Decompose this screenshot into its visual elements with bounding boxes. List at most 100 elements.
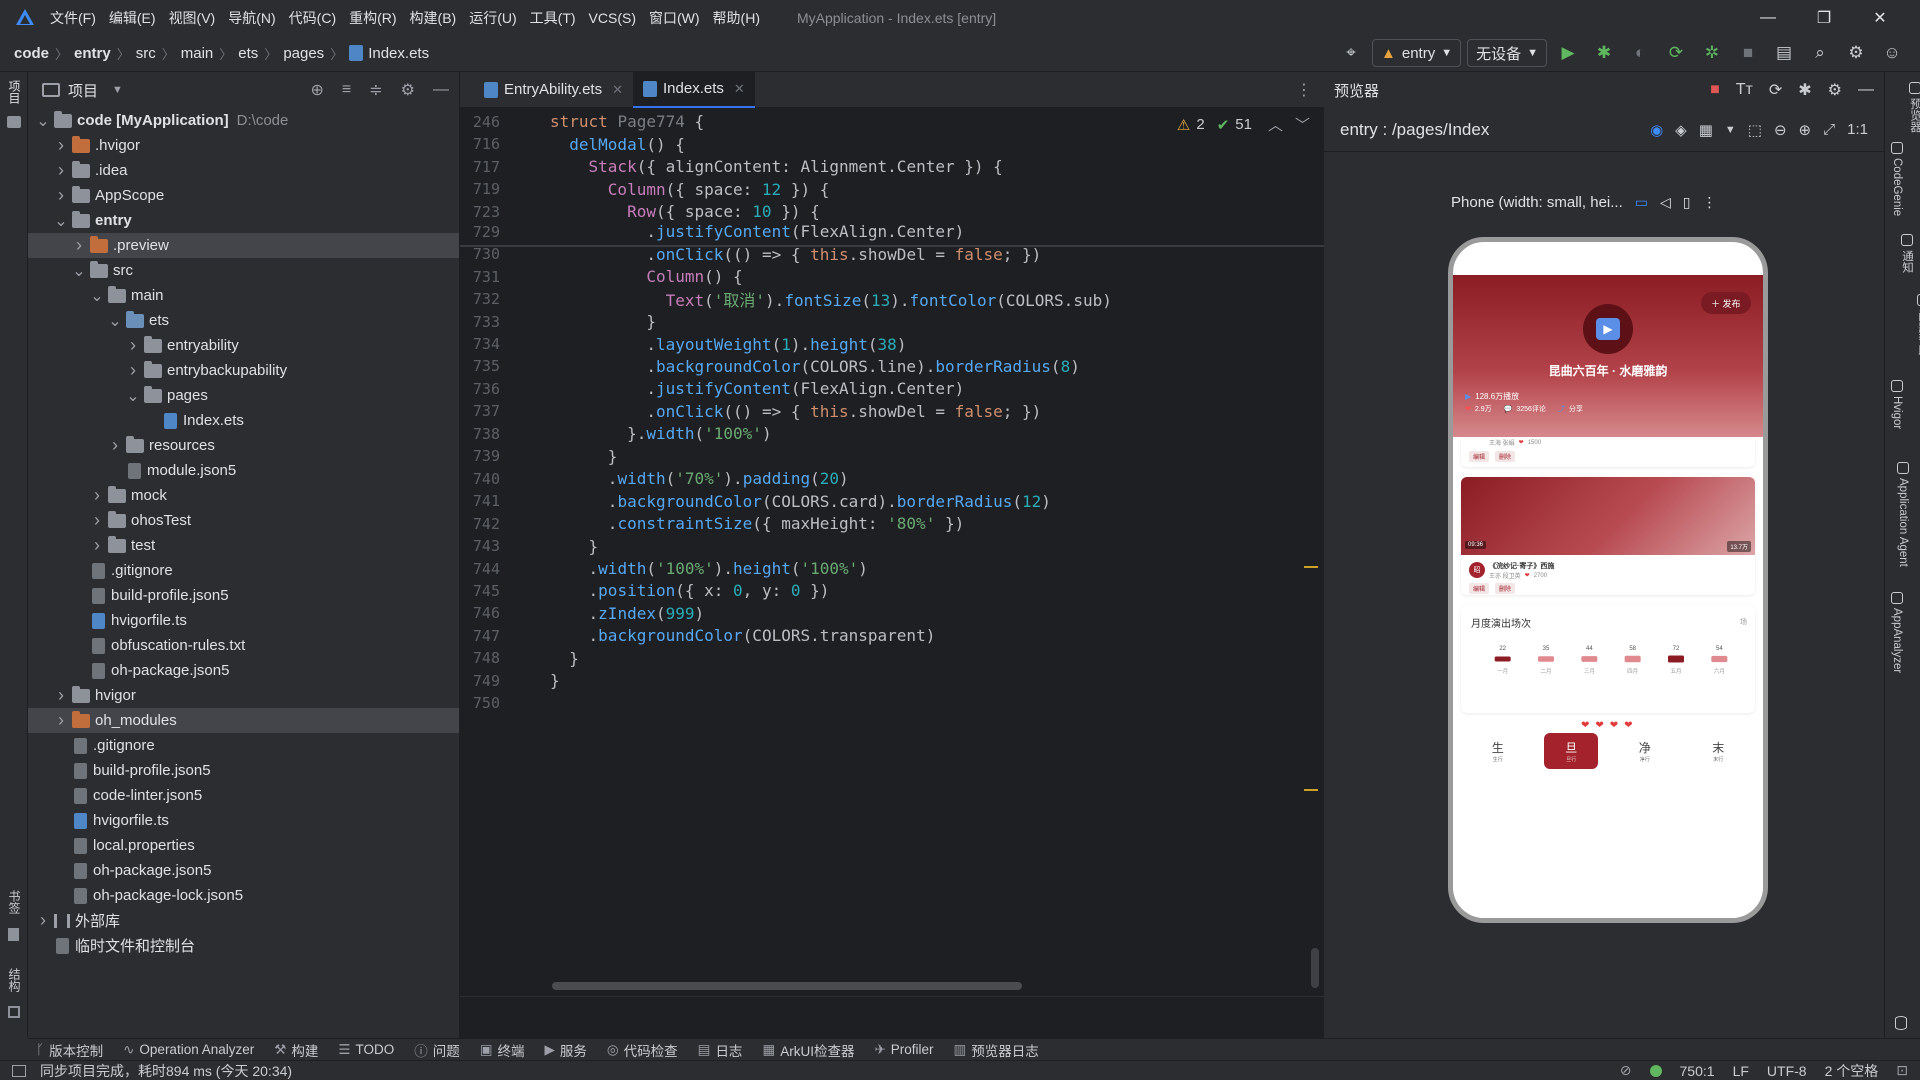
nav-tab[interactable]: 旦旦行 — [1544, 733, 1599, 769]
tree-item[interactable]: › resources — [28, 433, 459, 458]
power-save-icon[interactable]: ⊘ — [1620, 1062, 1632, 1079]
hide-icon[interactable]: — — [1858, 81, 1874, 99]
tree-item[interactable]: › hvigor — [28, 683, 459, 708]
more-options-icon[interactable]: ⋮ — [1296, 80, 1312, 100]
run-icon[interactable]: ▶ — [1553, 38, 1583, 68]
right-tool-button[interactable]: Hvigor — [1891, 380, 1903, 429]
close-icon[interactable]: ✕ — [734, 81, 745, 97]
nav-tab[interactable]: 净净行 — [1618, 733, 1672, 769]
chevron-right-icon[interactable]: › — [54, 135, 68, 156]
breadcrumb-item[interactable]: code — [14, 45, 49, 62]
horizontal-scrollbar[interactable] — [552, 982, 1022, 990]
breadcrumb-item[interactable]: main — [181, 45, 214, 62]
right-tool-button[interactable]: AppAnalyzer — [1891, 592, 1903, 673]
chevron-right-icon[interactable]: › — [72, 235, 86, 256]
back-icon[interactable]: ◁ — [1660, 194, 1671, 211]
tree-item[interactable]: › ohosTest — [28, 508, 459, 533]
hide-icon[interactable]: — — [433, 81, 449, 99]
chevron-right-icon[interactable]: › — [54, 685, 68, 706]
tool-tab[interactable]: ▶ 服务 — [545, 1040, 587, 1060]
chevron-right-icon[interactable]: › — [90, 535, 104, 556]
rotate-icon[interactable]: ▯ — [1683, 194, 1691, 211]
live-preview-icon[interactable]: ◉ — [1650, 121, 1663, 139]
close-window-button[interactable]: ✕ — [1852, 0, 1908, 35]
debug-icon[interactable]: ✱ — [1589, 38, 1619, 68]
right-tool-button[interactable]: 设备文件浏览器 — [1891, 700, 1920, 797]
tree-item[interactable]: Index.ets — [28, 408, 459, 433]
tree-item[interactable]: 临时文件和控制台 — [28, 933, 459, 958]
tree-item[interactable]: › 外部库 — [28, 908, 459, 933]
delete-tag[interactable]: 删除 — [1495, 583, 1516, 594]
tree-item[interactable]: oh-package-lock.json5 — [28, 883, 459, 908]
tree-item[interactable]: oh-package.json5 — [28, 658, 459, 683]
edit-tag[interactable]: 编辑 — [1469, 451, 1490, 462]
tree-item[interactable]: oh-package.json5 — [28, 858, 459, 883]
device-type-icon[interactable]: ▭ — [1635, 194, 1648, 211]
breadcrumb-item[interactable]: entry — [74, 45, 111, 62]
layers-icon[interactable]: ◈ — [1675, 121, 1687, 139]
target-icon[interactable]: ⌖ — [1336, 38, 1366, 68]
tree-item[interactable]: build-profile.json5 — [28, 758, 459, 783]
share-label[interactable]: 分享 — [1569, 404, 1583, 414]
right-tool-button[interactable]: 预览器 — [1891, 82, 1920, 133]
search-icon[interactable]: ⌕ — [1805, 38, 1835, 68]
tree-item[interactable]: obfuscation-rules.txt — [28, 633, 459, 658]
project-tool-button[interactable]: 项目 — [6, 80, 23, 104]
tree-item[interactable]: ⌄ main — [28, 283, 459, 308]
settings-icon[interactable]: ⚙ — [1841, 38, 1871, 68]
grid-icon[interactable]: ▦ — [1699, 121, 1713, 139]
locate-icon[interactable]: ⊕ — [311, 80, 324, 100]
tree-item[interactable]: build-profile.json5 — [28, 583, 459, 608]
device-select[interactable]: 无设备 ▼ — [1467, 39, 1548, 67]
inspection-widget[interactable]: ⚠ 2 ✔ 51 ︿ ﹀ — [1177, 114, 1310, 135]
module-select[interactable]: ▲ entry ▼ — [1372, 39, 1462, 67]
code-line[interactable]: 750 — [460, 689, 1324, 717]
vertical-scrollbar[interactable] — [1311, 948, 1319, 988]
profile-icon[interactable]: ✲ — [1697, 38, 1727, 68]
structure-tool-button[interactable]: 结构 — [6, 968, 23, 992]
tree-item[interactable]: local.properties — [28, 833, 459, 858]
tree-item[interactable]: › .idea — [28, 158, 459, 183]
zoom-out-icon[interactable]: ⊖ — [1774, 121, 1787, 139]
tree-item[interactable]: ⌄ src — [28, 258, 459, 283]
chevron-down-icon[interactable]: ▼ — [112, 84, 123, 96]
breadcrumb-item[interactable]: src — [136, 45, 156, 62]
tool-tab[interactable]: ▥ 预览器日志 — [954, 1040, 1039, 1060]
chevron-down-icon[interactable]: ⌄ — [72, 261, 86, 281]
one-to-one-icon[interactable]: 1:1 — [1847, 121, 1868, 138]
menu-item[interactable]: 编辑(E) — [109, 8, 156, 28]
chevron-down-icon[interactable]: ⌄ — [108, 311, 122, 331]
tree-item[interactable]: › .hvigor — [28, 133, 459, 158]
menu-item[interactable]: 工具(T) — [530, 8, 576, 28]
tool-tab[interactable]: ▦ ArkUI检查器 — [762, 1040, 854, 1060]
breadcrumb-item[interactable]: Index.ets — [368, 45, 429, 62]
publish-button[interactable]: ＋ 发布 — [1701, 292, 1751, 314]
phone-preview[interactable]: ＋ 发布 ▶ 昆曲六百年 · 水磨雅韵 ▶ 128.6万播放 ❤ 2.9万 💬 … — [1448, 237, 1768, 923]
tool-tab[interactable]: ⚒ 构建 — [274, 1040, 318, 1060]
collapse-all-icon[interactable]: ≑ — [369, 80, 382, 100]
tree-item[interactable]: › AppScope — [28, 183, 459, 208]
tree-item[interactable]: › entryability — [28, 333, 459, 358]
chevron-down-icon[interactable]: ⌄ — [36, 111, 50, 131]
play-button[interactable]: ▶ — [1583, 304, 1633, 354]
chevron-right-icon[interactable]: › — [126, 360, 140, 381]
menu-item[interactable]: 导航(N) — [228, 8, 275, 28]
tree-item[interactable]: › .preview — [28, 233, 459, 258]
minimize-button[interactable]: — — [1740, 0, 1796, 35]
more-options-icon[interactable]: ⋮ — [1702, 194, 1716, 211]
menu-item[interactable]: 视图(V) — [169, 8, 216, 28]
tool-tab[interactable]: ᚴ 版本控制 — [36, 1040, 103, 1060]
tree-item[interactable]: hvigorfile.ts — [28, 608, 459, 633]
tree-item[interactable]: code-linter.json5 — [28, 783, 459, 808]
line-separator[interactable]: LF — [1733, 1063, 1749, 1079]
chevron-down-icon[interactable]: ⌄ — [54, 211, 68, 231]
tool-tab[interactable]: ▣ 终端 — [480, 1040, 525, 1060]
device-manager-icon[interactable]: ▤ — [1769, 38, 1799, 68]
caret-position[interactable]: 750:1 — [1680, 1063, 1715, 1079]
chevron-right-icon[interactable]: › — [54, 160, 68, 181]
menu-item[interactable]: VCS(S) — [589, 10, 636, 26]
tree-item[interactable]: ⌄ entry — [28, 208, 459, 233]
breadcrumb-item[interactable]: ets — [238, 45, 258, 62]
breadcrumb-item[interactable]: pages — [283, 45, 324, 62]
apply-changes-icon[interactable]: ⟳ — [1661, 38, 1691, 68]
